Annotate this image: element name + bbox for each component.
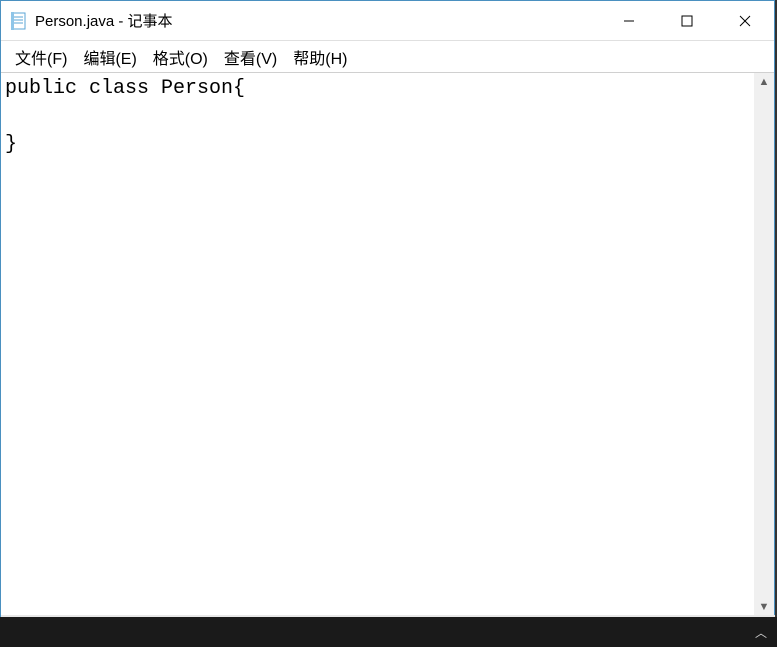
minimize-button[interactable] <box>600 1 658 40</box>
window-title: Person.java - 记事本 <box>35 10 600 31</box>
window-controls <box>600 1 774 40</box>
menu-file[interactable]: 文件(F) <box>7 41 75 73</box>
scroll-up-icon[interactable]: ▲ <box>759 73 770 91</box>
menubar: 文件(F) 编辑(E) 格式(O) 查看(V) 帮助(H) <box>1 41 774 73</box>
scroll-down-icon[interactable]: ▼ <box>759 598 770 616</box>
vertical-scrollbar[interactable]: ▲ ▼ <box>754 73 774 616</box>
notepad-icon <box>9 11 29 31</box>
menu-format[interactable]: 格式(O) <box>145 41 216 73</box>
content-area: public class Person{ } ▲ ▼ <box>1 73 774 616</box>
titlebar[interactable]: Person.java - 记事本 <box>1 1 774 41</box>
maximize-button[interactable] <box>658 1 716 40</box>
menu-view[interactable]: 查看(V) <box>216 41 285 73</box>
close-button[interactable] <box>716 1 774 40</box>
notepad-window: Person.java - 记事本 文件(F) 编辑(E) 格式(O) 查看(V… <box>0 0 775 617</box>
taskbar[interactable]: ︿ <box>0 617 777 647</box>
menu-help[interactable]: 帮助(H) <box>285 41 355 73</box>
tray-chevron-up-icon[interactable]: ︿ <box>755 624 767 641</box>
menu-edit[interactable]: 编辑(E) <box>75 41 144 73</box>
text-editor[interactable]: public class Person{ } <box>1 73 754 616</box>
